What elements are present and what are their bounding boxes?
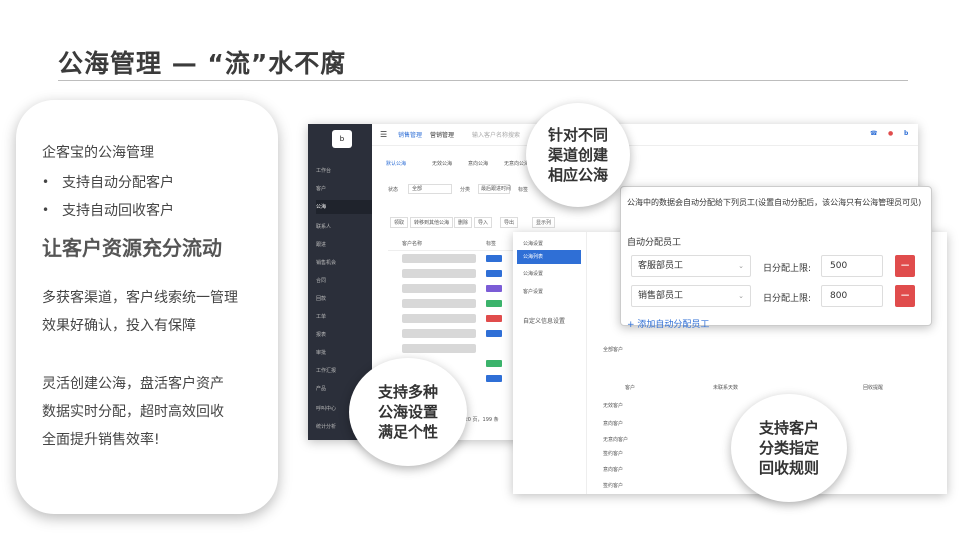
sidebar-item[interactable]: 跟进 [316, 238, 372, 252]
bullet-icon: • [42, 203, 50, 217]
bullet-icon: • [42, 175, 50, 189]
list-item: • 支持自动分配客户 [42, 175, 174, 191]
callout-recycle: 支持客户 分类指定 回收规则 [731, 394, 847, 502]
avatar[interactable]: b [904, 130, 908, 137]
table-row: 全部客户 [603, 347, 624, 353]
placeholder-cell [402, 284, 476, 293]
sidebar-item[interactable]: 客户 [316, 182, 372, 196]
paragraph-channels: 多获客渠道，客户线索统一管理 效果好确认，投入有保障 [42, 290, 238, 334]
menu-item-active[interactable]: 公海列表 [517, 250, 581, 264]
add-employee-link[interactable]: + 添加自动分配员工 [627, 317, 709, 330]
placeholder-cell [402, 329, 476, 338]
delete-button[interactable]: 删除 [454, 217, 473, 228]
intro-text: 企客宝的公海管理 [42, 145, 154, 161]
headline: 让客户资源充分流动 [42, 236, 222, 260]
col-header: 回收提醒 [863, 385, 884, 391]
employee-select[interactable]: 客服部员工 ⌄ [631, 255, 751, 277]
callout-settings: 支持多种 公海设置 满足个性 [349, 358, 467, 466]
tag-chip [486, 360, 502, 367]
table-row: 无效客户 [603, 403, 624, 409]
sidebar-item[interactable]: 回款 [316, 292, 372, 306]
limit-label: 日分配上限: [763, 264, 812, 274]
placeholder-cell [402, 344, 476, 353]
settings-menu: 公海设置 公海列表 公海设置 客户设置 自定义信息设置 [513, 232, 587, 494]
auto-assign-label: 自动分配员工 [627, 238, 682, 248]
slide: 公海管理 — “流”水不腐 企客宝的公海管理 • 支持自动分配客户 • 支持自动回收… [0, 0, 960, 540]
sidebar-item[interactable]: 合同 [316, 274, 372, 288]
title-divider [58, 80, 908, 81]
bell-icon[interactable]: ● [888, 130, 893, 137]
tag-chip [486, 270, 502, 277]
table-row: 意向客户 [603, 421, 624, 427]
filter-status-label: 状态 [388, 187, 399, 193]
divider [388, 250, 518, 251]
tab-invalid-pool[interactable]: 无效公海 [432, 160, 452, 167]
list-item: • 支持自动回收客户 [42, 203, 174, 219]
tag-chip [486, 300, 502, 307]
tab-intent-pool[interactable]: 意向公海 [468, 160, 488, 167]
tag-chip [486, 375, 502, 382]
limit-label: 日分配上限: [763, 294, 812, 304]
tab-no-intent-pool[interactable]: 无意向公海 [504, 160, 529, 167]
col-header-name: 客户名称 [402, 241, 423, 247]
table-row: 签约客户 [603, 451, 624, 457]
claim-button[interactable]: 领取 [390, 217, 409, 228]
placeholder-cell [402, 254, 476, 263]
employee-select[interactable]: 销售部员工 ⌄ [631, 285, 751, 307]
tag-chip [486, 315, 502, 322]
custom-info-title: 自定义信息设置 [523, 318, 566, 325]
sidebar-item[interactable]: 报表 [316, 328, 372, 342]
import-button[interactable]: 导入 [474, 217, 493, 228]
menu-item[interactable]: 公海设置 [523, 270, 543, 277]
callout-channels: 针对不同 渠道创建 相应公海 [526, 103, 630, 207]
tag-chip [486, 255, 502, 262]
feature-list: • 支持自动分配客户 • 支持自动回收客户 [42, 168, 174, 224]
placeholder-cell [402, 314, 476, 323]
chevron-down-icon: ⌄ [738, 292, 744, 300]
tag-chip [486, 330, 502, 337]
paragraph-efficiency: 灵活创建公海，盘活客户资产 数据实时分配，超时高效回收 全面提升销售效率! [42, 376, 224, 448]
table-row: 无意向客户 [603, 437, 629, 443]
feature-card: 企客宝的公海管理 • 支持自动分配客户 • 支持自动回收客户 让客户资源充分流动 多… [16, 100, 278, 514]
search-input[interactable]: 输入客户名称搜索 [472, 130, 520, 139]
phone-icon[interactable]: ☎ [870, 130, 877, 137]
menu-icon[interactable]: ☰ [380, 130, 387, 139]
auto-assign-panel: 公海中的数据会自动分配给下列员工(设置自动分配后，该公海只有公海管理员可见) 自… [620, 186, 932, 330]
sidebar-item[interactable]: 工作台 [316, 164, 372, 178]
tab-sales[interactable]: 销售管理 [398, 130, 422, 139]
sidebar-item[interactable]: 联系人 [316, 220, 372, 234]
tag-chip [486, 285, 502, 292]
logo: b [332, 130, 352, 148]
status-select[interactable]: 全部 [408, 184, 452, 194]
last-follow-select[interactable]: 最后跟进时间 [478, 184, 511, 194]
table-row: 意向客户 [603, 467, 624, 473]
menu-item[interactable]: 公海设置 [523, 240, 543, 247]
remove-row-button[interactable]: − [895, 285, 915, 307]
sidebar-item-active[interactable]: 公海 [316, 200, 372, 214]
placeholder-cell [402, 299, 476, 308]
tab-marketing[interactable]: 营销管理 [430, 130, 454, 139]
col-header: 未联系天数 [713, 385, 739, 391]
col-header: 客户 [625, 385, 636, 391]
menu-item[interactable]: 客户设置 [523, 288, 543, 295]
chevron-down-icon: ⌄ [738, 262, 744, 270]
col-header-tag: 标签 [486, 241, 497, 247]
tab-default-pool[interactable]: 默认公海 [386, 160, 406, 167]
topbar: ☰ 销售管理 营销管理 输入客户名称搜索 ☎ ● b [372, 124, 918, 146]
filter-category-label: 分类 [460, 187, 471, 193]
sidebar-item[interactable]: 审批 [316, 346, 372, 360]
limit-input[interactable]: 500 [821, 255, 883, 277]
filter-tag-label: 标签 [518, 187, 529, 193]
columns-button[interactable]: 显示列 [532, 217, 556, 228]
table-row: 签约客户 [603, 483, 624, 489]
page-title: 公海管理 — “流”水不腐 [58, 49, 347, 78]
placeholder-cell [402, 269, 476, 278]
remove-row-button[interactable]: − [895, 255, 915, 277]
sidebar-item[interactable]: 工单 [316, 310, 372, 324]
panel-description: 公海中的数据会自动分配给下列员工(设置自动分配后，该公海只有公海管理员可见) [627, 198, 922, 207]
sidebar-item[interactable]: 销售机会 [316, 256, 372, 270]
limit-input[interactable]: 800 [821, 285, 883, 307]
export-button[interactable]: 导出 [500, 217, 519, 228]
transfer-button[interactable]: 转移到其他公海 [410, 217, 454, 228]
